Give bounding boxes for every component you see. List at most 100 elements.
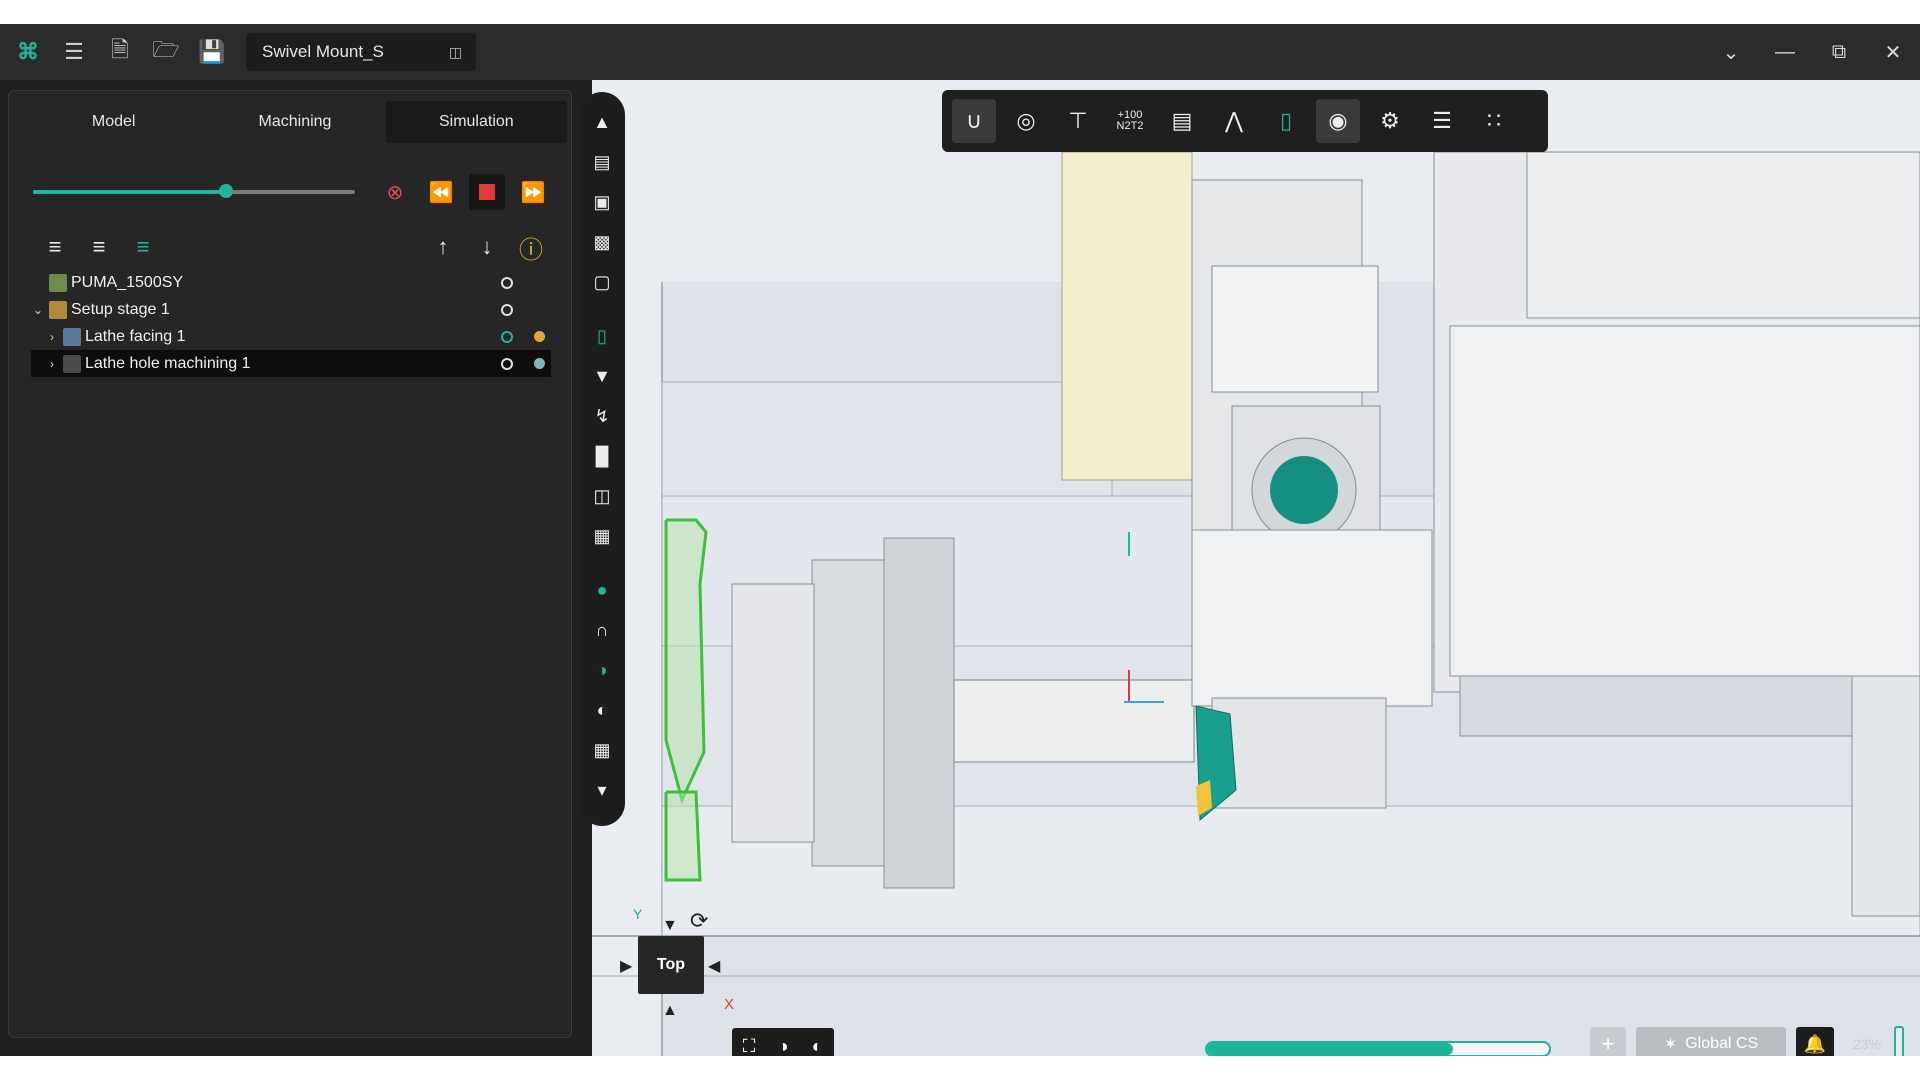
axis-x-label: X — [724, 996, 735, 1013]
machine-label: PUMA_1500SY — [71, 273, 184, 291]
surface-icon[interactable]: ◑ — [585, 653, 619, 687]
vertical-toolbar: ▲ ▤ ▣ ▩ ▢ ▯ ▼ ↯ █ ◫ ▦ ● ∩ ◑ ◐ ▦ ▾ — [579, 92, 625, 826]
close-icon[interactable]: ✕ — [1866, 24, 1920, 80]
view-down-arrow-icon[interactable]: ▲ — [662, 1002, 678, 1020]
add-button[interactable]: + — [1590, 1027, 1626, 1056]
tree-node-setup[interactable]: ⌄ Setup stage 1 — [31, 296, 551, 323]
machine-panel-icon[interactable]: ▤ — [1160, 99, 1204, 143]
chevron-down-icon[interactable]: ⌄ — [1704, 24, 1758, 80]
minimize-icon[interactable]: — — [1758, 24, 1812, 80]
more-grid-icon[interactable]: ∷ — [1472, 99, 1516, 143]
3d-viewport[interactable]: ∪ ◎ ⊤ +100 N2T2 ▤ ⋀ ▯ ◉ ⚙ ☰ ∷ — [592, 80, 1920, 1056]
section-icon[interactable]: ◐ — [800, 1028, 834, 1056]
machine-scene — [592, 80, 1920, 1056]
tool-holder-icon[interactable]: ⊤ — [1056, 99, 1100, 143]
tree-node-lathe-hole[interactable]: › Lathe hole machining 1 — [31, 350, 551, 377]
move-up-warning-icon[interactable]: ↑ — [423, 229, 463, 265]
tree-node-machine[interactable]: PUMA_1500SY — [31, 269, 551, 296]
stock-view-icon[interactable]: ◎ — [1004, 99, 1048, 143]
rewind-icon[interactable]: ⏪ — [423, 174, 459, 210]
document-pin-icon[interactable]: ◫ — [449, 44, 462, 61]
machine-status-icon[interactable] — [501, 276, 513, 289]
app-logo-icon[interactable]: ⌘ — [8, 32, 48, 72]
new-file-icon[interactable]: 🗎 — [100, 32, 140, 72]
view-toolbar: ∪ ◎ ⊤ +100 N2T2 ▤ ⋀ ▯ ◉ ⚙ ☰ ∷ — [942, 90, 1548, 152]
groove-tool-icon[interactable]: █ — [585, 439, 619, 473]
n2t2-button[interactable]: +100 N2T2 — [1108, 99, 1152, 143]
settings-gear-icon[interactable]: ⚙ — [1368, 99, 1412, 143]
setup-tools-icon — [49, 300, 67, 319]
simulation-slider[interactable] — [33, 184, 355, 198]
chevron-right-icon[interactable]: › — [45, 330, 59, 344]
tree-toolbar: ≡ ≡ ≡ ↑ ↓ ⓘ — [35, 227, 555, 267]
stock-icon[interactable]: ▤ — [585, 145, 619, 179]
point-icon[interactable]: ● — [585, 573, 619, 607]
curve-icon[interactable]: ∩ — [585, 613, 619, 647]
operation-status-icon[interactable] — [501, 357, 513, 370]
menu-icon[interactable]: ☰ — [54, 32, 94, 72]
setup-label: Setup stage 1 — [71, 300, 170, 318]
shading-icon[interactable]: ◑ — [766, 1028, 800, 1056]
zoom-indicator[interactable] — [1894, 1026, 1904, 1056]
operation-tree: PUMA_1500SY ⌄ Setup stage 1 › Lathe faci… — [31, 269, 551, 377]
view-left-arrow-icon[interactable]: ▶ — [620, 956, 632, 976]
tab-model[interactable]: Model — [23, 101, 204, 143]
view-up-arrow-icon[interactable]: ▼ — [662, 917, 678, 935]
coordinate-system-button[interactable]: ✶ Global CS — [1636, 1027, 1786, 1056]
scroll-down-icon[interactable]: ▾ — [585, 773, 619, 807]
options-sliders-icon[interactable]: ☰ — [1420, 99, 1464, 143]
toolpath-icon[interactable]: ⋀ — [1212, 99, 1256, 143]
view-mode-bar: ⛶ ◑ ◐ — [732, 1028, 834, 1056]
save-icon[interactable]: 💾 — [192, 32, 232, 72]
scroll-up-icon[interactable]: ▲ — [585, 105, 619, 139]
panel-tabs: Model Machining Simulation — [23, 101, 567, 143]
simulation-slider-thumb[interactable] — [219, 184, 234, 198]
lathe-hole-icon — [63, 354, 81, 373]
stop-button[interactable] — [469, 174, 505, 210]
view-cube[interactable]: Top — [638, 936, 704, 994]
operation-status-icon[interactable] — [501, 330, 513, 343]
chuck-icon[interactable]: ▩ — [585, 225, 619, 259]
magnet-snap-icon[interactable]: ∪ — [952, 99, 996, 143]
tab-simulation[interactable]: Simulation — [385, 101, 567, 143]
chevron-down-icon[interactable]: ⌄ — [31, 303, 45, 317]
fast-forward-icon[interactable]: ⏩ — [515, 174, 551, 210]
move-down-warning-icon[interactable]: ↓ — [467, 229, 507, 265]
part-icon[interactable]: ▢ — [585, 265, 619, 299]
fixture-icon[interactable]: ▣ — [585, 185, 619, 219]
facing-tool-icon[interactable]: ▯ — [585, 319, 619, 353]
coordinate-system-icon: ✶ — [1663, 1036, 1678, 1053]
chevron-right-icon[interactable]: › — [45, 357, 59, 371]
drill-tool-icon[interactable]: ▼ — [585, 359, 619, 393]
warning-icon[interactable]: ⓘ — [511, 229, 551, 265]
fit-view-icon[interactable]: ⛶ — [732, 1028, 766, 1056]
side-panel: Model Machining Simulation ⊗ ⏪ ⏩ ≡ ≡ ≡ ↑… — [8, 90, 572, 1038]
app-window: ⌘ ☰ 🗎 🗁 💾 Swivel Mount_S ◫ ⌄ — ⧉ ✕ ∪ ◎ ⊤… — [0, 24, 1920, 1056]
setup-status-icon[interactable] — [501, 303, 513, 316]
machine-icon — [49, 273, 67, 292]
window-controls: ⌄ — ⧉ ✕ — [1704, 24, 1920, 80]
tap-tool-icon[interactable]: ↯ — [585, 399, 619, 433]
tree-node-lathe-facing[interactable]: › Lathe facing 1 — [31, 323, 551, 350]
tab-machining[interactable]: Machining — [204, 101, 385, 143]
cancel-simulation-icon[interactable]: ⊗ — [377, 174, 413, 210]
lathe-facing-icon — [63, 327, 81, 346]
mesh-icon[interactable]: ▦ — [585, 733, 619, 767]
expand-all-icon[interactable]: ≡ — [35, 229, 75, 265]
shell-icon[interactable]: ◐ — [585, 693, 619, 727]
rotate-view-icon[interactable]: ⟳ — [690, 908, 708, 934]
status-progress-bar — [1205, 1041, 1551, 1056]
collision-icon[interactable]: ◉ — [1316, 99, 1360, 143]
open-folder-icon[interactable]: 🗁 — [146, 32, 186, 72]
hatch-icon[interactable]: ▦ — [585, 519, 619, 553]
bell-icon[interactable]: 🔔 — [1796, 1027, 1834, 1056]
collapse-all-icon[interactable]: ≡ — [79, 229, 119, 265]
restore-icon[interactable]: ⧉ — [1812, 24, 1866, 80]
stop-icon — [479, 184, 495, 200]
boring-tool-icon[interactable]: ◫ — [585, 479, 619, 513]
layers-icon[interactable]: ▯ — [1264, 99, 1308, 143]
list-order-icon[interactable]: ≡ — [123, 229, 163, 265]
simulation-controls: ⊗ ⏪ ⏩ — [33, 173, 553, 211]
view-right-arrow-icon[interactable]: ◀ — [708, 956, 720, 976]
document-tab[interactable]: Swivel Mount_S ◫ — [246, 33, 476, 71]
